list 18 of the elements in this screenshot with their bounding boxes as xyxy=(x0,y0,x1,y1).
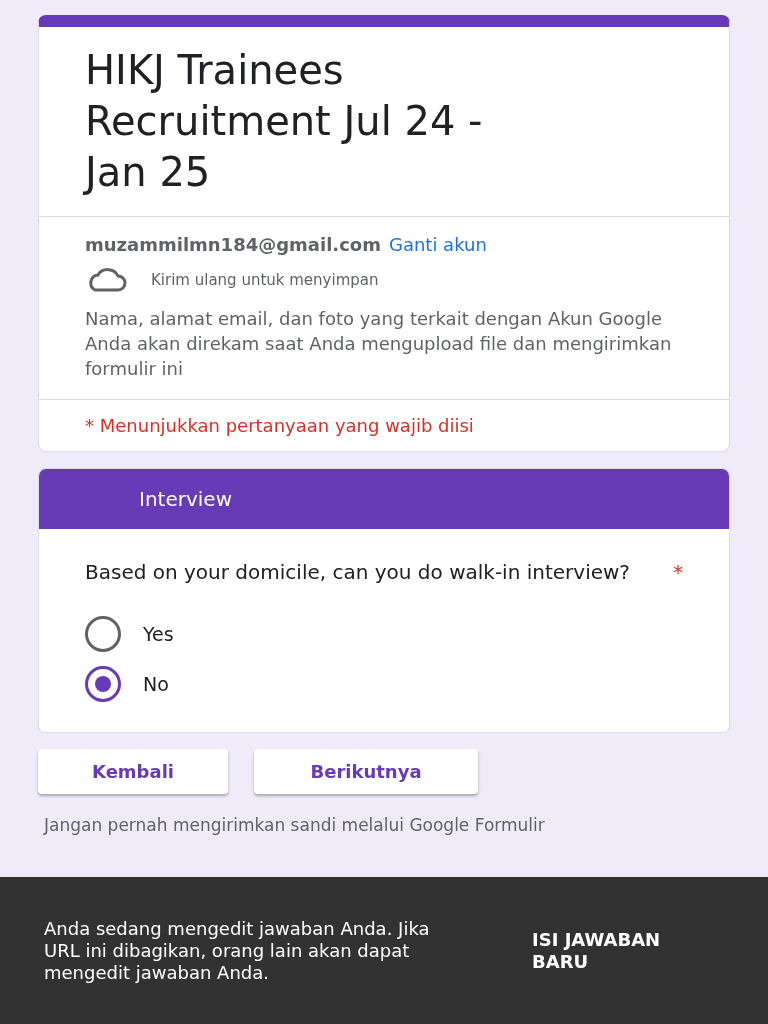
back-button[interactable]: Kembali xyxy=(38,749,228,794)
radio-button[interactable] xyxy=(85,616,121,652)
option-label: No xyxy=(143,671,169,697)
next-button[interactable]: Berikutnya xyxy=(254,749,478,794)
password-warning: Jangan pernah mengirimkan sandi melalui Google Formulir xyxy=(44,814,546,836)
snackbar-message: Anda sedang mengedit jawaban Anda. Jika URL ini dibagikan, orang lain akan dapat mengedit jawaban Anda. xyxy=(44,917,431,984)
form-title: HIKJ Trainees Recruitment Jul 24 - Jan 25 xyxy=(82,46,484,197)
required-notice: * Menunjukkan pertanyaan yang wajib diisi xyxy=(85,415,474,436)
section-title: Interview xyxy=(139,486,232,513)
account-email: muzammilmn184@gmail.com xyxy=(85,233,381,257)
save-status-text: Kirim ulang untuk menyimpan xyxy=(151,269,379,291)
required-mark: * xyxy=(673,559,683,586)
option-label: Yes xyxy=(143,621,174,647)
switch-account-link[interactable]: Ganti akun xyxy=(388,231,487,258)
question-text: Based on your domicile, can you do walk-in interview? xyxy=(85,559,631,586)
new-response-button[interactable]: ISI JAWABAN BARU xyxy=(532,928,712,973)
radio-button[interactable] xyxy=(85,666,121,702)
privacy-notice: Nama, alamat email, dan foto yang terkait dengan Akun Google Anda akan direkam saat Anda mengupload file dan mengirimkan formulir ini xyxy=(85,307,673,381)
